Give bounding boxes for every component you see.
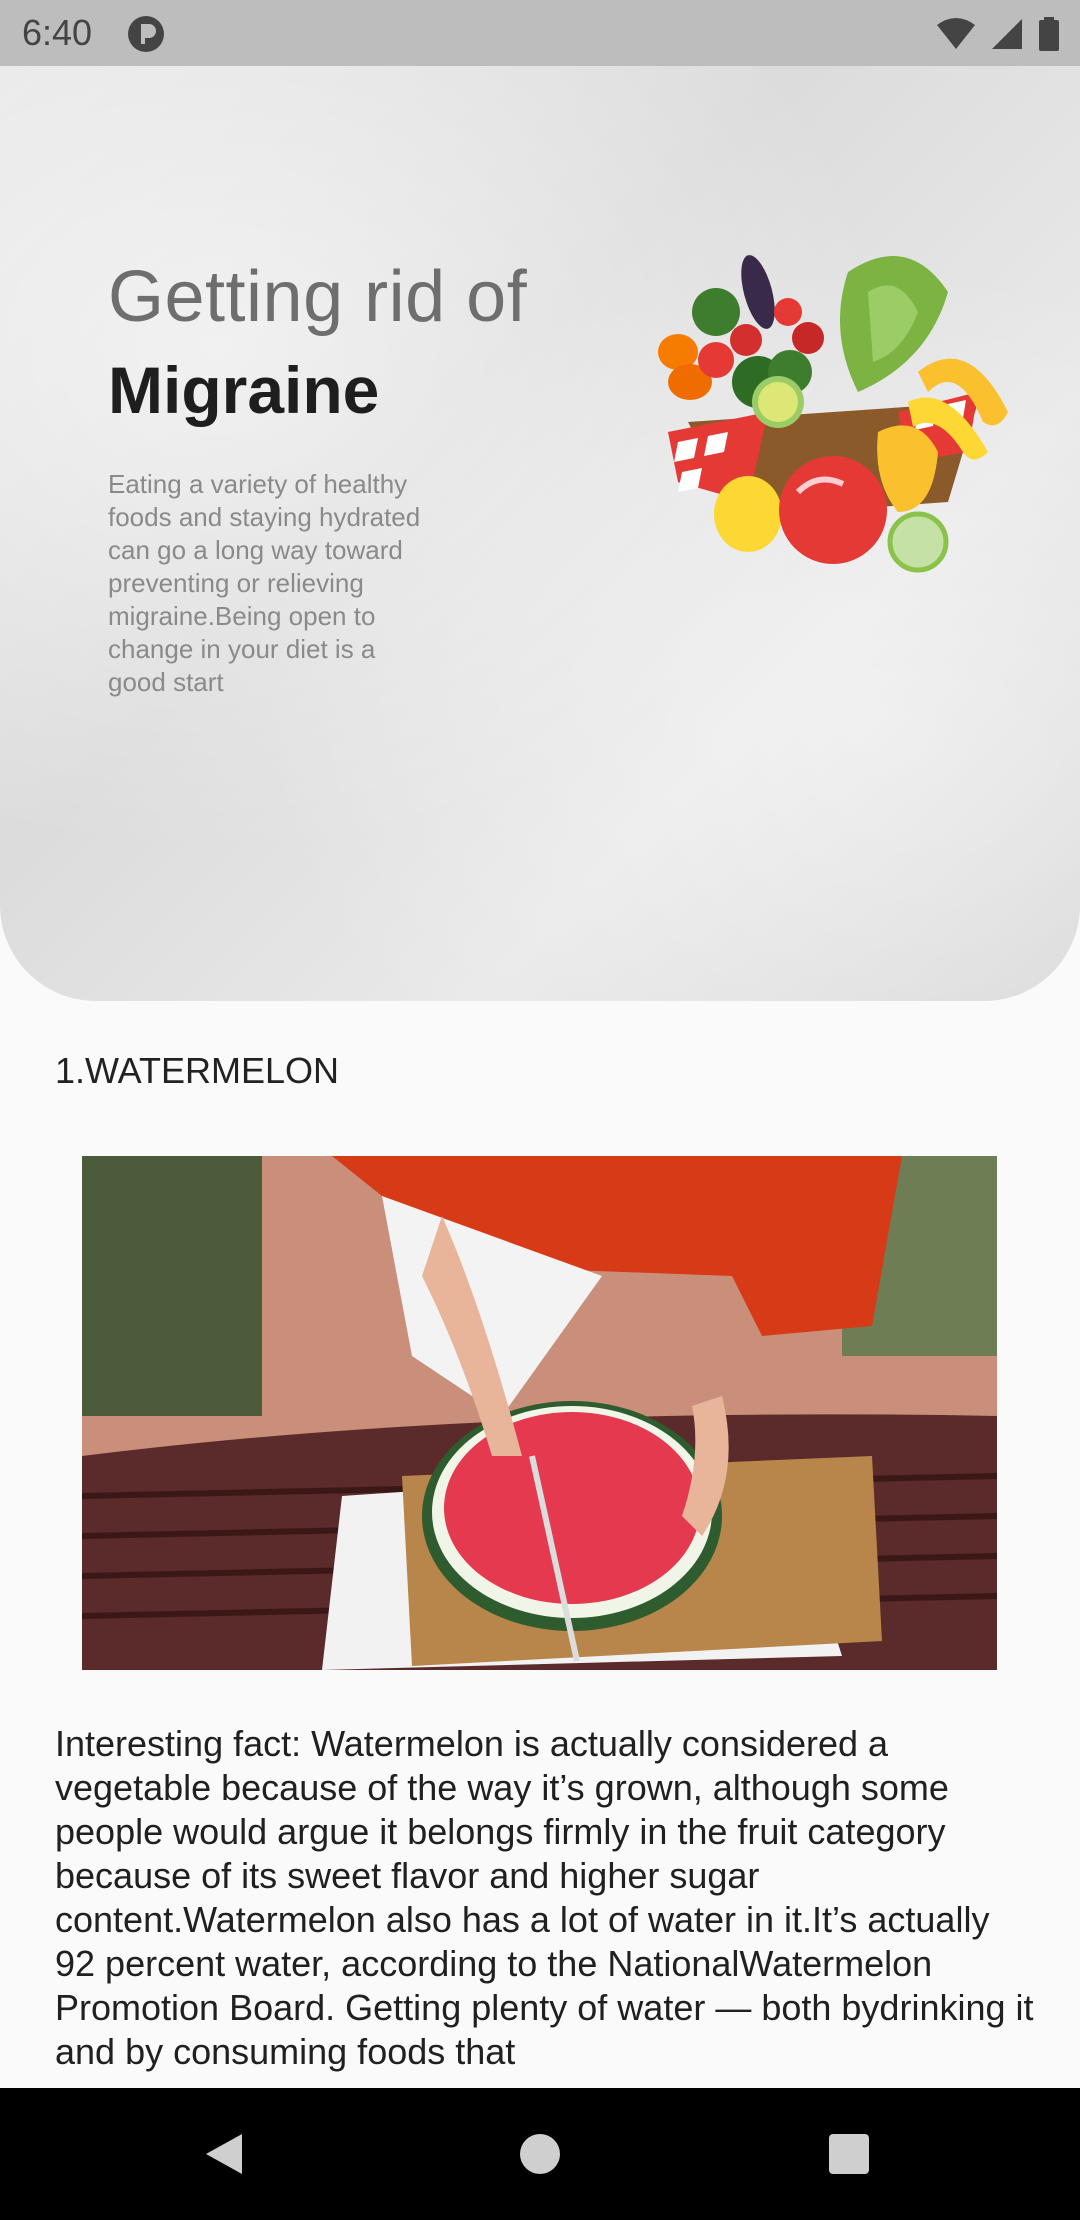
home-icon[interactable]	[520, 2134, 560, 2174]
app-notification-icon	[128, 16, 164, 52]
signal-icon	[992, 19, 1022, 49]
hero-description: Eating a variety of healthy foods and st…	[108, 469, 421, 697]
hero-title-light: Getting rid of	[108, 257, 528, 337]
recents-icon[interactable]	[829, 2134, 869, 2174]
navigation-bar	[0, 2088, 1080, 2220]
hero-header: Getting rid of Migraine Eating a variety…	[0, 66, 1080, 1001]
section-fact-text: Interesting fact: Watermelon is actually…	[55, 1723, 1034, 2072]
battery-icon	[1039, 17, 1059, 51]
back-icon[interactable]	[202, 2132, 246, 2176]
wifi-icon	[937, 18, 975, 49]
hero-title-bold: Migraine	[108, 353, 380, 427]
status-icons	[936, 16, 1060, 52]
watermelon-cutting-photo	[82, 1156, 997, 1670]
status-bar: 6:40	[0, 0, 1080, 66]
section-title: 1.WATERMELON	[55, 1050, 340, 1091]
fruit-basket-image	[658, 255, 1008, 573]
status-time: 6:40	[22, 12, 93, 53]
